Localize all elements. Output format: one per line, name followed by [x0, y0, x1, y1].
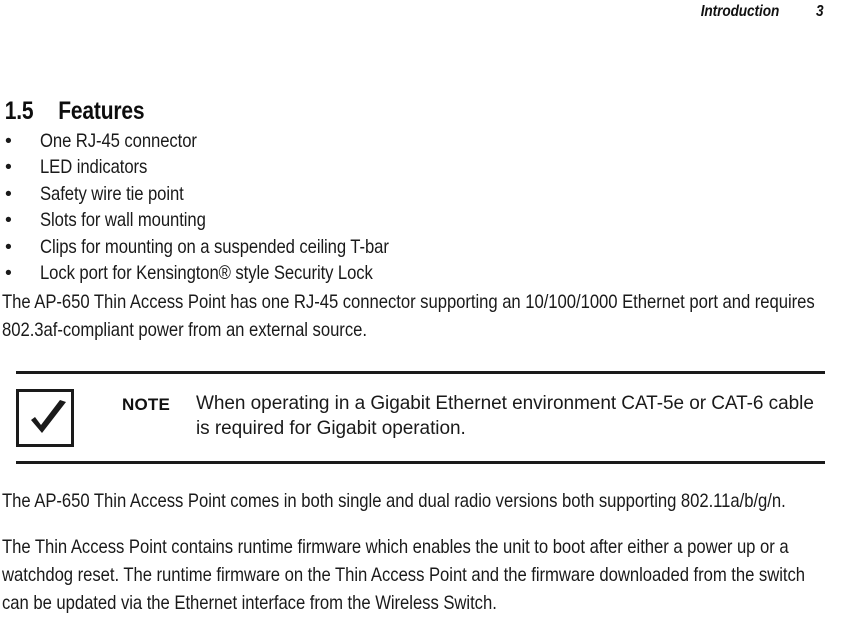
list-item: • Safety wire tie point — [2, 181, 830, 207]
list-item: • One RJ-45 connector — [2, 128, 830, 154]
section-title: Features — [58, 97, 145, 125]
paragraph-firmware: The Thin Access Point contains runtime f… — [2, 536, 805, 614]
lower-content: The AP-650 Thin Access Point comes in bo… — [2, 487, 830, 617]
list-item-label: Clips for mounting on a suspended ceilin… — [40, 235, 389, 258]
section-number: 1.5 — [4, 97, 34, 125]
section-heading: 1.5 Features — [2, 96, 830, 126]
note-text: When operating in a Gigabit Ethernet env… — [196, 393, 814, 439]
header-chapter-title: Introduction — [700, 3, 780, 20]
list-item: • Clips for mounting on a suspended ceil… — [2, 234, 830, 260]
note-admonition: NOTE When operating in a Gigabit Etherne… — [16, 371, 825, 464]
list-item-label: Slots for wall mounting — [40, 209, 206, 232]
bullet-icon: • — [5, 182, 12, 205]
list-item-label: Lock port for Kensington® style Security… — [40, 262, 373, 285]
list-item-label: One RJ-45 connector — [40, 130, 197, 152]
checkmark-box-icon — [16, 389, 74, 447]
features-list: • One RJ-45 connector • LED indicators •… — [2, 128, 830, 286]
bullet-icon: • — [5, 156, 12, 179]
paragraph-radio-versions: The AP-650 Thin Access Point comes in bo… — [2, 490, 786, 512]
bullet-icon: • — [5, 209, 12, 232]
list-item-label: LED indicators — [40, 156, 148, 179]
page-content: 1.5 Features • One RJ-45 connector • LED… — [2, 96, 830, 344]
bullet-icon: • — [5, 262, 12, 285]
header-page-number: 3 — [815, 3, 824, 20]
note-bottom-rule — [16, 461, 825, 464]
list-item: • LED indicators — [2, 154, 830, 180]
bullet-icon: • — [5, 130, 12, 152]
list-item-label: Safety wire tie point — [40, 182, 184, 205]
list-item: • Lock port for Kensington® style Securi… — [2, 260, 830, 286]
note-body: NOTE When operating in a Gigabit Etherne… — [16, 374, 825, 461]
list-item: • Slots for wall mounting — [2, 207, 830, 233]
note-label: NOTE — [122, 395, 171, 414]
page-running-header: Introduction 3 — [0, 0, 825, 30]
paragraph-after-list: The AP-650 Thin Access Point has one RJ-… — [2, 291, 815, 342]
bullet-icon: • — [5, 235, 12, 258]
